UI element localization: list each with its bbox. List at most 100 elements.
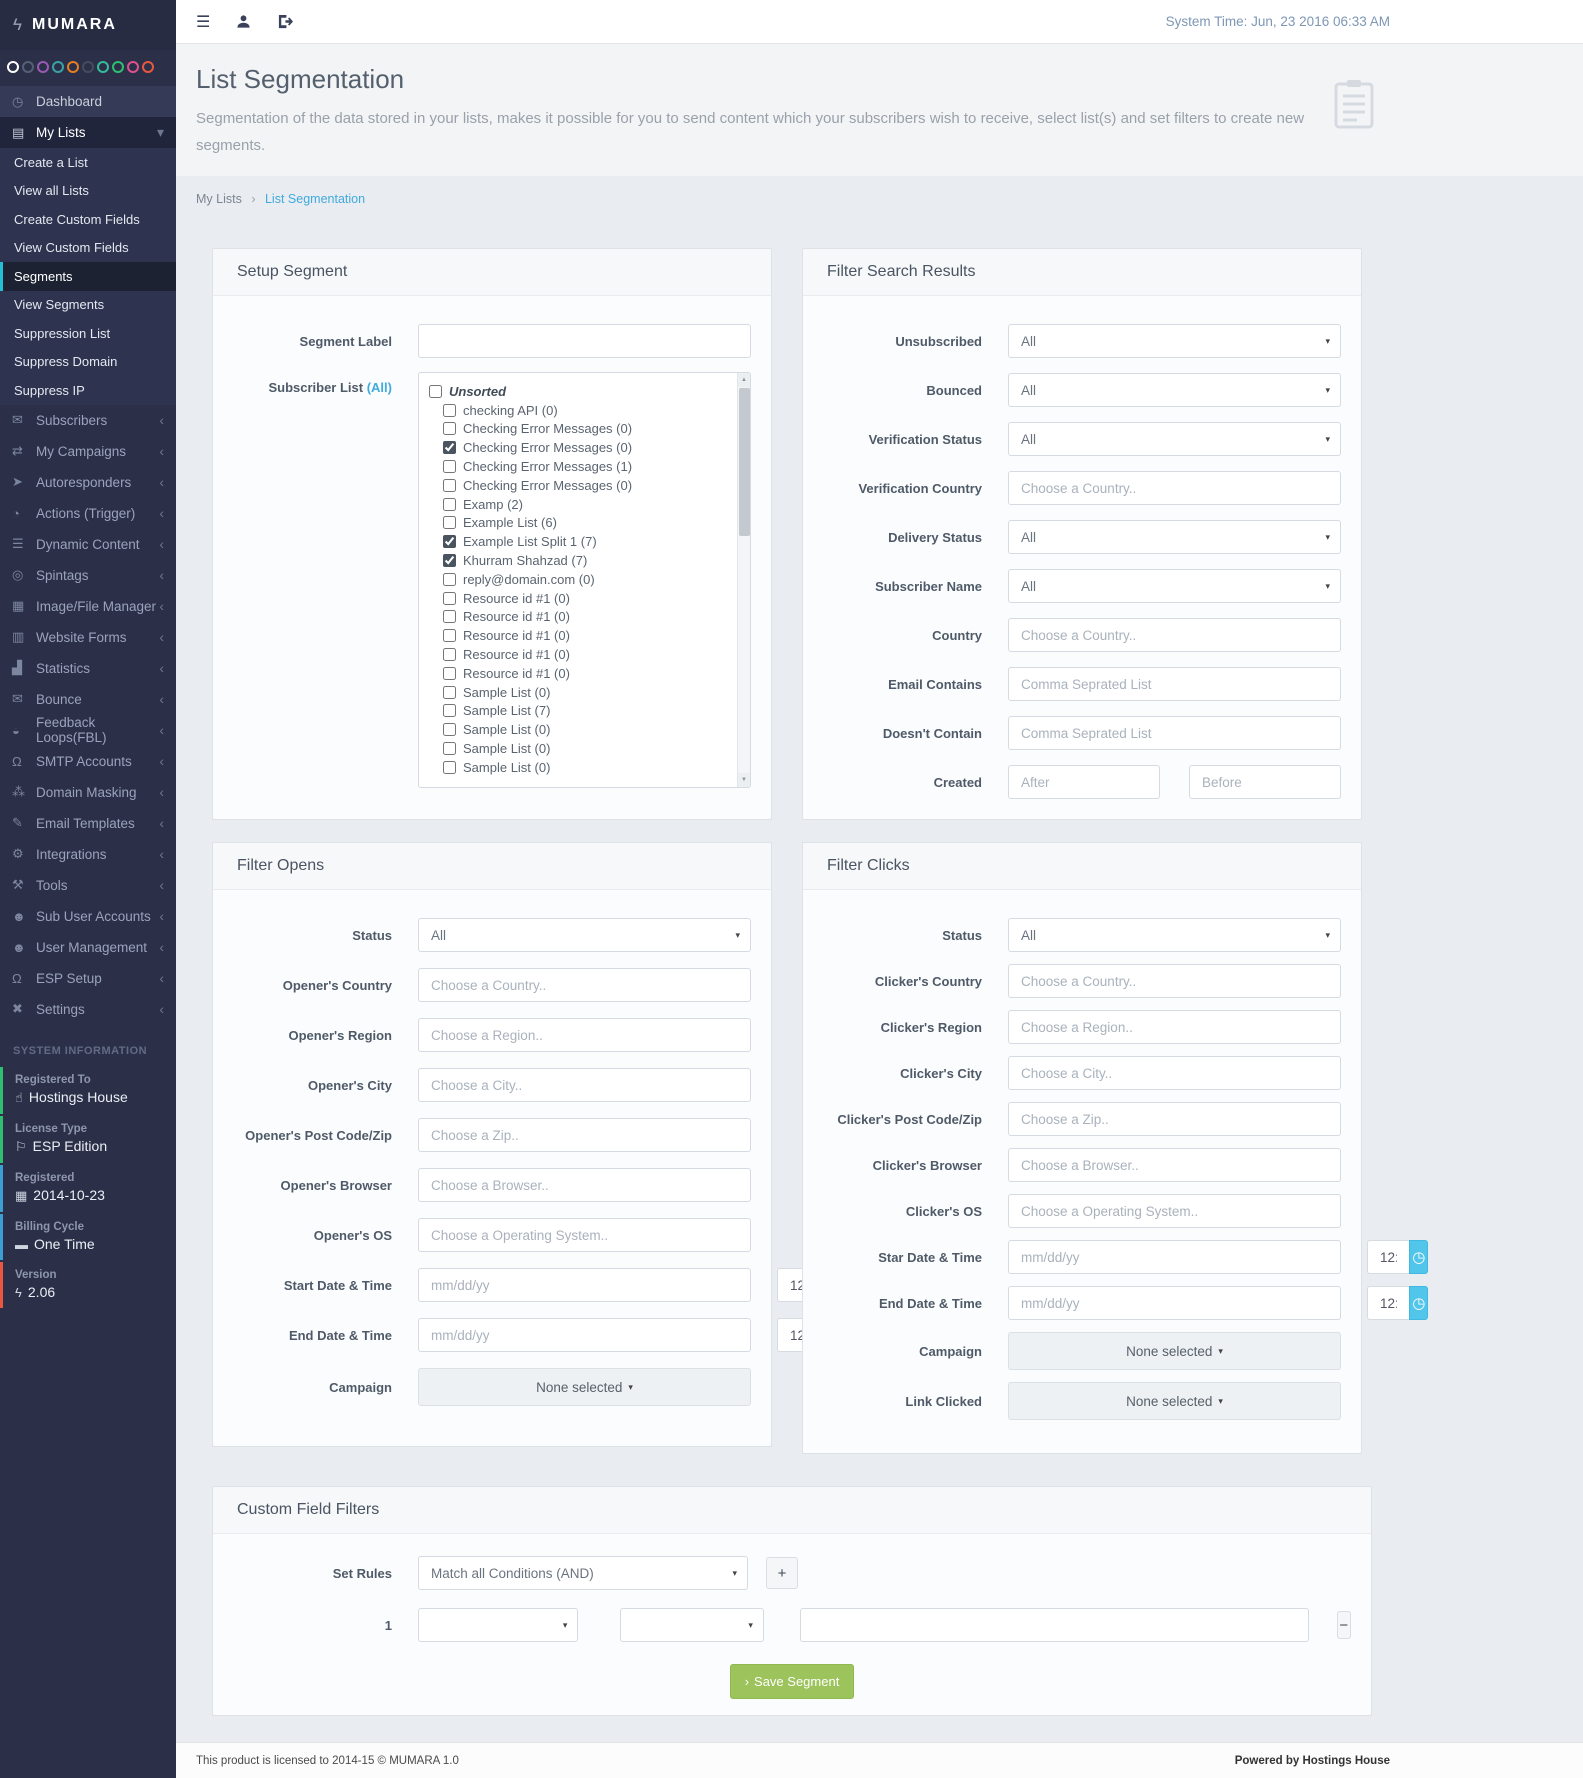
opens-os-input[interactable] <box>418 1218 751 1252</box>
list-checkbox[interactable] <box>443 723 456 736</box>
sidebar-item-integrations[interactable]: ⚙Integrations‹ <box>0 839 176 870</box>
sidebar-item-domain-masking[interactable]: ⁂Domain Masking‹ <box>0 777 176 808</box>
sidebar-item-view-segments[interactable]: View Segments <box>0 291 176 320</box>
sidebar-item-autoresponders[interactable]: ➤Autoresponders‹ <box>0 467 176 498</box>
list-checkbox[interactable] <box>443 554 456 567</box>
segment-label-input[interactable] <box>418 324 751 358</box>
list-checkbox[interactable] <box>443 742 456 755</box>
list-checkbox[interactable] <box>443 592 456 605</box>
opens-end-date-input[interactable] <box>418 1318 751 1352</box>
sidebar-item-create-a-list[interactable]: Create a List <box>0 148 176 177</box>
list-item[interactable]: Checking Error Messages (1) <box>443 457 726 476</box>
list-item[interactable]: Sample List (7) <box>443 702 726 721</box>
sidebar-item-dynamic-content[interactable]: ☰Dynamic Content‹ <box>0 529 176 560</box>
doesnt-contain-input[interactable] <box>1008 716 1341 750</box>
opens-region-input[interactable] <box>418 1018 751 1052</box>
verification-country-input[interactable] <box>1008 471 1341 505</box>
list-item[interactable]: Checking Error Messages (0) <box>443 476 726 495</box>
sidebar-item-feedback-loops[interactable]: ◒Feedback Loops(FBL)‹ <box>0 715 176 746</box>
rule-operator-select[interactable]: ▾ <box>620 1608 764 1642</box>
set-rules-select[interactable]: Match all Conditions (AND)▾ <box>418 1556 748 1590</box>
clicks-os-input[interactable] <box>1008 1194 1341 1228</box>
list-item[interactable]: Unsorted <box>429 382 726 401</box>
list-checkbox[interactable] <box>443 667 456 680</box>
opens-start-date-input[interactable] <box>418 1268 751 1302</box>
opens-zip-input[interactable] <box>418 1118 751 1152</box>
list-checkbox[interactable] <box>443 704 456 717</box>
list-checkbox[interactable] <box>443 610 456 623</box>
sidebar-item-esp-setup[interactable]: ΩESP Setup‹ <box>0 963 176 994</box>
list-item[interactable]: Checking Error Messages (0) <box>443 438 726 457</box>
clicks-country-input[interactable] <box>1008 964 1341 998</box>
sidebar-item-image-file-manager[interactable]: ▦Image/File Manager‹ <box>0 591 176 622</box>
sidebar-item-tools[interactable]: ⚒Tools‹ <box>0 870 176 901</box>
list-checkbox[interactable] <box>443 573 456 586</box>
opens-city-input[interactable] <box>418 1068 751 1102</box>
sidebar-item-sub-user-accounts[interactable]: ☻Sub User Accounts‹ <box>0 901 176 932</box>
rule-field-select[interactable]: ▾ <box>418 1608 578 1642</box>
theme-dot[interactable] <box>22 61 34 73</box>
sidebar-item-statistics[interactable]: ▟Statistics‹ <box>0 653 176 684</box>
opens-status-select[interactable]: All▾ <box>418 918 751 952</box>
breadcrumb-my-lists[interactable]: My Lists <box>196 192 242 206</box>
list-checkbox[interactable] <box>443 498 456 511</box>
verification-status-select[interactable]: All▾ <box>1008 422 1341 456</box>
list-checkbox[interactable] <box>443 535 456 548</box>
save-segment-button[interactable]: ›Save Segment <box>730 1664 855 1699</box>
list-checkbox[interactable] <box>443 686 456 699</box>
user-icon[interactable] <box>236 14 251 29</box>
scroll-up-icon[interactable]: ▲ <box>738 373 750 387</box>
sidebar-item-settings[interactable]: ✖Settings‹ <box>0 994 176 1025</box>
email-contains-input[interactable] <box>1008 667 1341 701</box>
sidebar-item-bounce[interactable]: ✉Bounce‹ <box>0 684 176 715</box>
clicks-status-select[interactable]: All▾ <box>1008 918 1341 952</box>
time-picker-button[interactable]: ◷ <box>1409 1286 1428 1320</box>
list-item[interactable]: Resource id #1 (0) <box>443 589 726 608</box>
sidebar-item-spintags[interactable]: ◎Spintags‹ <box>0 560 176 591</box>
list-item[interactable]: Sample List (0) <box>443 683 726 702</box>
sidebar-item-dashboard[interactable]: ◷ Dashboard <box>0 86 176 117</box>
sidebar-item-suppress-domain[interactable]: Suppress Domain <box>0 348 176 377</box>
created-after-input[interactable] <box>1008 765 1160 799</box>
clicks-end-time-input[interactable] <box>1367 1286 1409 1320</box>
rule-value-input[interactable] <box>800 1608 1309 1642</box>
theme-dot[interactable] <box>67 61 79 73</box>
sidebar-item-suppress-ip[interactable]: Suppress IP <box>0 376 176 405</box>
sidebar-item-user-management[interactable]: ☻User Management‹ <box>0 932 176 963</box>
clicks-browser-input[interactable] <box>1008 1148 1341 1182</box>
list-item[interactable]: Example List (6) <box>443 514 726 533</box>
clicks-region-input[interactable] <box>1008 1010 1341 1044</box>
theme-dot[interactable] <box>127 61 139 73</box>
hamburger-menu-icon[interactable]: ☰ <box>196 12 210 32</box>
opens-browser-input[interactable] <box>418 1168 751 1202</box>
list-checkbox[interactable] <box>443 516 456 529</box>
add-rule-button[interactable]: + <box>766 1557 798 1589</box>
clicks-zip-input[interactable] <box>1008 1102 1341 1136</box>
scrollbar[interactable]: ▲ ▼ <box>737 373 750 787</box>
sidebar-item-my-campaigns[interactable]: ⇄My Campaigns‹ <box>0 436 176 467</box>
list-checkbox[interactable] <box>443 629 456 642</box>
sidebar-item-view-custom-fields[interactable]: View Custom Fields <box>0 234 176 263</box>
list-item[interactable]: Sample List (0) <box>443 739 726 758</box>
sidebar-item-segments[interactable]: Segments <box>0 262 176 291</box>
list-checkbox[interactable] <box>429 385 442 398</box>
list-item[interactable]: Resource id #1 (0) <box>443 608 726 627</box>
theme-dot[interactable] <box>142 61 154 73</box>
list-checkbox[interactable] <box>443 441 456 454</box>
clicks-start-time-input[interactable] <box>1367 1240 1409 1274</box>
select-all-link[interactable]: (All) <box>367 380 392 395</box>
created-before-input[interactable] <box>1189 765 1341 799</box>
sidebar-item-view-all-lists[interactable]: View all Lists <box>0 177 176 206</box>
list-item[interactable]: Examp (2) <box>443 495 726 514</box>
country-input[interactable] <box>1008 618 1341 652</box>
app-logo[interactable]: ϟ MUMARA <box>0 0 176 50</box>
sidebar-item-smtp-accounts[interactable]: ΩSMTP Accounts‹ <box>0 746 176 777</box>
scroll-down-icon[interactable]: ▼ <box>738 773 750 787</box>
list-item[interactable]: checking API (0) <box>443 401 726 420</box>
sidebar-item-email-templates[interactable]: ✎Email Templates‹ <box>0 808 176 839</box>
list-item[interactable]: Resource id #1 (0) <box>443 645 726 664</box>
list-item[interactable]: Checking Error Messages (0) <box>443 420 726 439</box>
sidebar-item-subscribers[interactable]: ✉Subscribers‹ <box>0 405 176 436</box>
list-item[interactable]: Example List Split 1 (7) <box>443 532 726 551</box>
list-checkbox[interactable] <box>443 648 456 661</box>
